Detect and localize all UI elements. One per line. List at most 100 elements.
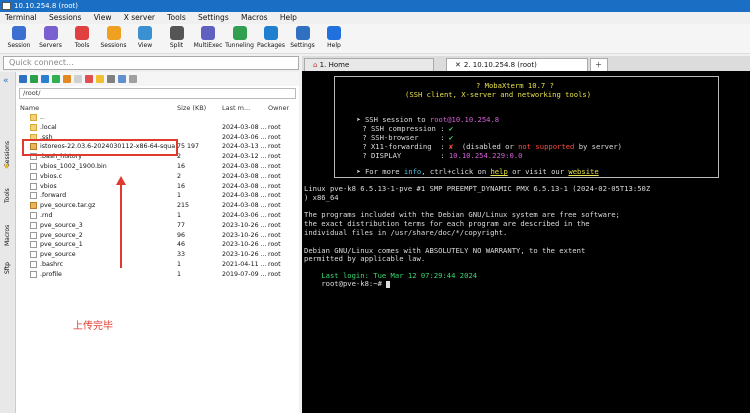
file-size: 2 [177,153,182,161]
menu-terminal[interactable]: Terminal [0,12,42,24]
path-field[interactable]: /root/ [19,88,296,99]
file-size: 1 [177,192,182,200]
file-owner: root [268,172,281,180]
banner-title: ? MobaXterm 10.7 ? [476,81,554,90]
file-row[interactable]: pve_source_1 46 2023-10-26 ... root [16,240,299,250]
file-owner: root [268,211,281,219]
new-tab-button[interactable]: ＋ [590,58,608,71]
terminal-line: Linux pve-k8 6.5.13-1-pve #1 SMP PREEMPT… [304,184,651,193]
tab-tools[interactable]: Tools [0,172,15,207]
toolbar-tools-button[interactable]: Tools [65,26,99,54]
file-row[interactable]: pve_source_2 96 2023-10-26 ... root [16,231,299,241]
file-row[interactable]: .bashrc 1 2021-04-11 ... root [16,260,299,270]
session-icon [12,26,26,40]
tab-sftp[interactable]: Sftp [0,250,15,278]
view-icon [138,26,152,40]
toolbar-tunneling-button[interactable]: Tunneling [223,26,257,54]
download-icon[interactable] [30,75,38,83]
tab-home[interactable]: ⌂ 1. Home [304,58,434,71]
prompt-line[interactable]: root@pve-k8:~# [304,272,391,296]
file-modified: 2024-03-08 ... [222,172,266,180]
toolbar-help-button[interactable]: Help [317,26,351,54]
new-file-icon[interactable] [63,75,71,83]
terminal-line: individual files in /usr/share/doc/*/cop… [304,228,508,237]
upload-icon[interactable] [41,75,49,83]
menu-settings[interactable]: Settings [193,12,234,24]
file-name: .profile [40,270,62,278]
delete-icon[interactable] [85,75,93,83]
close-icon[interactable]: ✕ [455,61,461,69]
hidden-files-icon[interactable] [107,75,115,83]
file-row[interactable]: pve_source_3 77 2023-10-26 ... root [16,221,299,231]
file-size: 77 [177,221,186,229]
toolbar-label: Split [169,42,184,49]
toolbar-servers-button[interactable]: Servers [34,26,68,54]
help-link[interactable]: help [490,167,507,176]
file-modified: 2024-03-13 ... [222,143,266,151]
refresh-icon[interactable] [52,75,60,83]
terminal-view[interactable]: ? MobaXterm 10.7 ? (SSH client, X-server… [302,71,750,413]
file-modified: 2023-10-26 ... [222,231,266,239]
file-row[interactable]: vbios.c 2 2024-03-08 ... root [16,172,299,182]
file-list: .. .local 2024-03-08 ... root .ssh 2024-03-06… [16,113,299,280]
toolbar-split-button[interactable]: Split [160,26,194,54]
tab-ssh-session[interactable]: ✕ 2. 10.10.254.8 (root) [446,58,588,71]
col-modified[interactable]: Last m... [222,104,250,112]
file-size: 16 [177,182,186,190]
file-row[interactable]: vbios_1002_1900.bin 16 2024-03-08 ... root [16,162,299,172]
file-icon [30,192,37,200]
menu-sessions[interactable]: Sessions [44,12,87,24]
toolbar-sessions-button[interactable]: Sessions [97,26,131,54]
file-owner: root [268,153,281,161]
up-folder-icon[interactable] [19,75,27,83]
file-row[interactable]: .forward 1 2024-03-08 ... root [16,191,299,201]
permissions-icon[interactable] [96,75,104,83]
file-row[interactable]: .rnd 1 2024-03-06 ... root [16,211,299,221]
file-row[interactable]: .. [16,113,299,123]
tab-macros[interactable]: Macros [0,210,15,250]
file-modified: 2019-07-09 ... [222,270,266,278]
toolbar-label: Settings [290,42,315,49]
file-icon [30,231,37,239]
toolbar-session-button[interactable]: Session [2,26,36,54]
file-row[interactable]: vbios 16 2024-03-08 ... root [16,182,299,192]
quick-connect-input[interactable]: Quick connect... [3,56,299,70]
file-name: .. [40,114,45,121]
website-link[interactable]: website [568,167,598,176]
file-modified: 2023-10-26 ... [222,251,266,259]
file-row[interactable]: pve_source.tar.gz 215 2024-03-08 ... root [16,201,299,211]
file-modified: 2024-03-08 ... [222,192,266,200]
home-icon: ⌂ [313,61,320,69]
follow-terminal-icon[interactable] [118,75,126,83]
menu-help[interactable]: Help [275,12,302,24]
file-owner: root [268,162,281,170]
toolbar-settings-button[interactable]: Settings [286,26,320,54]
packages-icon [264,26,278,40]
menu-macros[interactable]: Macros [236,12,273,24]
file-modified: 2024-03-08 ... [222,162,266,170]
file-size: 75 197 [177,143,200,151]
col-name[interactable]: Name [20,104,39,112]
toolbar-packages-button[interactable]: Packages [254,26,288,54]
file-name: .local [40,123,57,131]
settings-icon[interactable] [129,75,137,83]
file-row[interactable]: pve_source 33 2023-10-26 ... root [16,250,299,260]
terminal-line: the exact distribution terms for each pr… [304,219,590,229]
col-owner[interactable]: Owner [268,104,289,112]
menu-view[interactable]: View [89,12,117,24]
toolbar-multiexec-button[interactable]: MultiExec [191,26,225,54]
menu-x-server[interactable]: X server [119,12,160,24]
file-row[interactable]: .local 2024-03-08 ... root [16,123,299,133]
folder-icon [30,123,37,131]
file-icon [30,172,37,180]
col-size[interactable]: Size (KB) [177,104,206,112]
file-name: .forward [40,192,67,200]
file-size: 1 [177,260,182,268]
menu-tools[interactable]: Tools [162,12,190,24]
collapse-icon[interactable]: « [0,76,15,88]
file-row[interactable]: .profile 1 2019-07-09 ... root [16,270,299,280]
toolbar-view-button[interactable]: View [128,26,162,54]
file-modified: 2024-03-06 ... [222,133,266,141]
file-size: 16 [177,162,186,170]
new-folder-icon[interactable] [74,75,82,83]
